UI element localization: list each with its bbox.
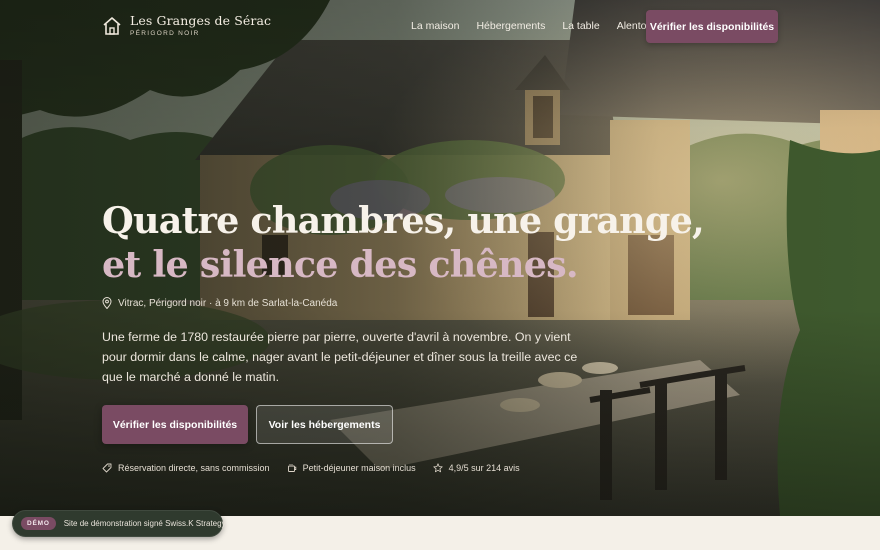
perk-item: Petit-déjeuner maison inclus [287,463,416,473]
coffee-cup-icon [287,464,296,472]
map-pin-icon [102,297,112,309]
main-menu: La maison Hébergements La table Alentour… [411,20,678,32]
top-navigation: Les Granges de Sérac PÉRIGORD NOIR La ma… [0,0,880,54]
perks-list: Réservation directe, sans commission Pet… [102,463,537,473]
location-text: Vitrac, Périgord noir · à 9 km de Sarlat… [118,297,338,309]
nav-link-la-table[interactable]: La table [562,20,599,32]
headline-line-1: Quatre chambres, une grange, [102,199,705,242]
demo-banner[interactable]: DÉMO Site de démonstration signé Swiss.K… [12,510,226,537]
headline-line-2: et le silence des chênes. [102,243,579,286]
check-availability-button[interactable]: Vérifier les disponibilités [102,405,248,444]
demo-text: Site de démonstration signé Swiss.K Stra… [63,519,226,528]
house-outline-icon [103,17,121,35]
location-line: Vitrac, Périgord noir · à 9 km de Sarlat… [102,297,337,309]
nav-link-la-maison[interactable]: La maison [411,20,459,32]
demo-badge: DÉMO [21,517,56,530]
view-accommodations-button[interactable]: Voir les hébergements [256,405,393,444]
hero-headline: Quatre chambres, une grange, et le silen… [102,199,705,287]
nav-link-hebergements[interactable]: Hébergements [476,20,545,32]
brand-name: Les Granges de Sérac [130,13,272,28]
brand-logo[interactable]: Les Granges de Sérac PÉRIGORD NOIR [102,13,272,37]
nav-check-availability-button[interactable]: Vérifier les disponibilités [646,10,778,43]
perk-label: Petit-déjeuner maison inclus [302,463,416,473]
perk-item: Réservation directe, sans commission [102,463,270,473]
hero-intro-text: Une ferme de 1780 restaurée pierre par p… [102,330,578,384]
perk-item: 4,9/5 sur 214 avis [433,463,520,473]
star-icon [433,463,443,473]
perk-label: Réservation directe, sans commission [118,463,270,473]
tag-icon [102,463,112,473]
brand-subtitle: PÉRIGORD NOIR [130,29,200,37]
perk-label: 4,9/5 sur 214 avis [448,463,520,473]
